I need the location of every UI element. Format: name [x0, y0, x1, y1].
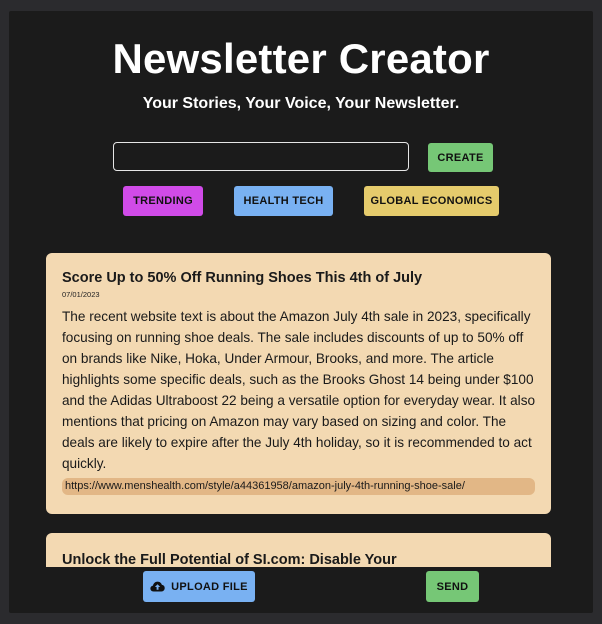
cloud-upload-icon: [150, 581, 165, 592]
article-date: 07/01/2023: [62, 290, 100, 299]
article-card: Unlock the Full Potential of SI.com: Dis…: [46, 533, 551, 567]
create-button[interactable]: CREATE: [428, 143, 493, 172]
app-window: Newsletter Creator Your Stories, Your Vo…: [9, 11, 593, 613]
send-button[interactable]: SEND: [426, 571, 479, 602]
page-subtitle: Your Stories, Your Voice, Your Newslette…: [142, 95, 460, 112]
tag-trending-button[interactable]: TRENDING: [123, 186, 203, 216]
article-feed[interactable]: Score Up to 50% Off Running Shoes This 4…: [9, 253, 593, 567]
topic-input[interactable]: [113, 142, 409, 171]
upload-file-label: UPLOAD FILE: [171, 580, 248, 593]
upload-file-button[interactable]: UPLOAD FILE: [143, 571, 255, 602]
article-card: Score Up to 50% Off Running Shoes This 4…: [46, 253, 551, 514]
article-title: Unlock the Full Potential of SI.com: Dis…: [62, 552, 397, 567]
page-title: Newsletter Creator: [112, 35, 490, 82]
article-link[interactable]: https://www.menshealth.com/style/a443619…: [62, 478, 535, 495]
article-summary: The recent website text is about the Ama…: [62, 309, 536, 471]
tag-global-economics-button[interactable]: GLOBAL ECONOMICS: [364, 186, 499, 216]
tag-health-tech-button[interactable]: HEALTH TECH: [234, 186, 333, 216]
article-title: Score Up to 50% Off Running Shoes This 4…: [62, 270, 423, 286]
